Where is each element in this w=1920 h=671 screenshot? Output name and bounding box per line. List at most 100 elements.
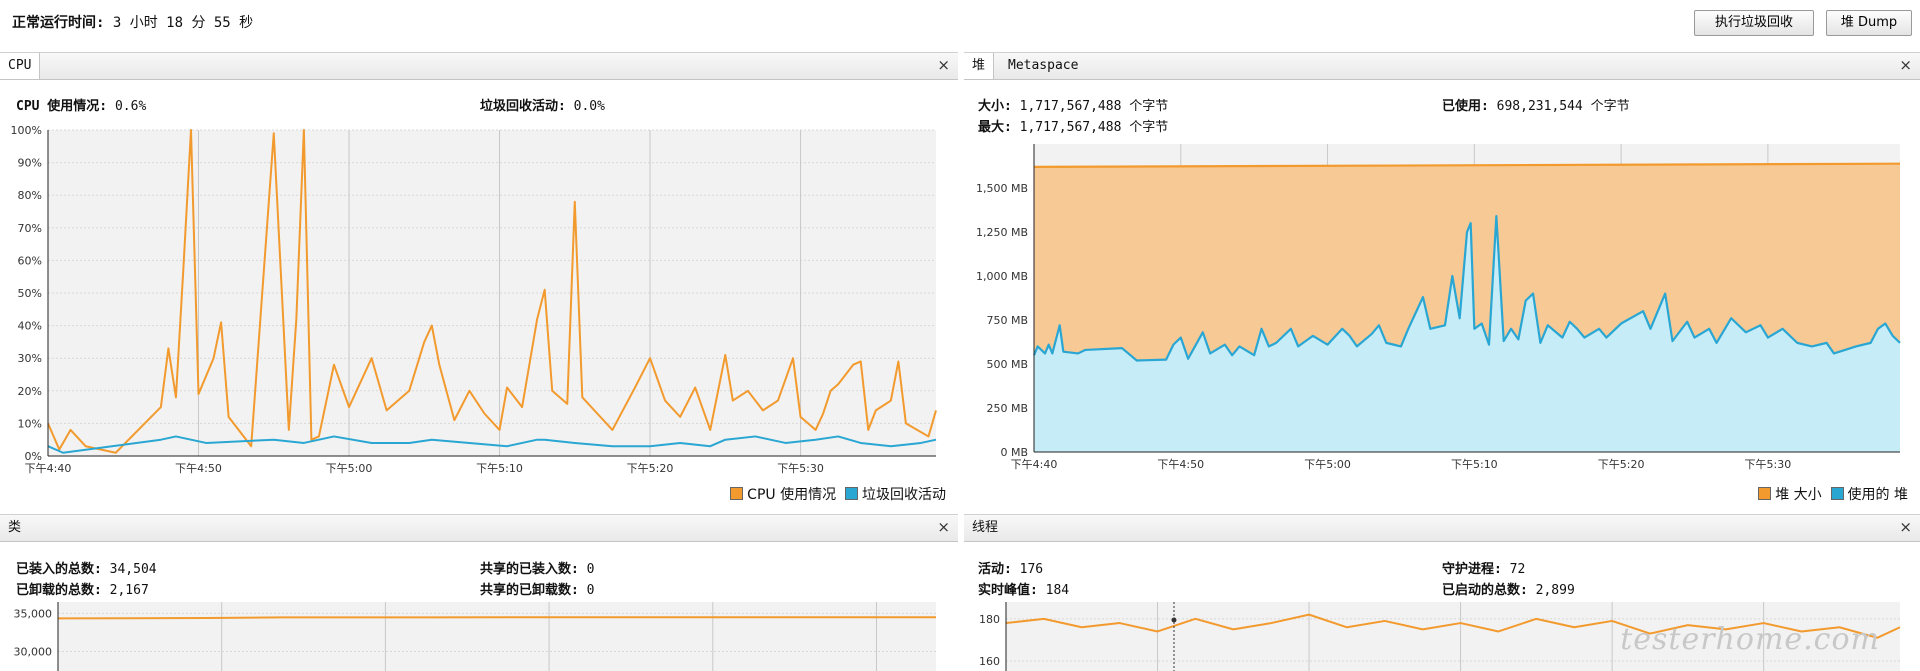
- started-threads-stat: 已启动的总数: 2,899: [1442, 579, 1575, 598]
- x-tick-label: 下午5:10: [476, 462, 523, 475]
- cpu-usage-value: 0.6%: [114, 99, 147, 114]
- y-tick-label: 90%: [18, 157, 42, 170]
- heap-panel: 堆 Metaspace × 大小: 1,717,567,488 个字节 已使用:…: [964, 52, 1920, 512]
- close-icon[interactable]: ×: [1899, 518, 1912, 536]
- tab-metaspace[interactable]: Metaspace: [1000, 53, 1086, 79]
- gc-activity-stat: 垃圾回收活动: 0.0%: [480, 95, 605, 114]
- unloaded-total-stat: 已卸载的总数: 2,167: [16, 579, 149, 598]
- x-tick-label: 下午5:30: [1745, 458, 1792, 471]
- y-tick-label: 750 MB: [986, 314, 1028, 327]
- gc-activity-value: 0.0%: [573, 99, 605, 114]
- close-icon[interactable]: ×: [1899, 56, 1912, 74]
- peak-threads-stat: 实时峰值: 184: [978, 579, 1069, 598]
- y-tick-label: 1,000 MB: [976, 270, 1028, 283]
- peak-threads-value: 184: [1045, 583, 1070, 598]
- heap-max-value: 1,717,567,488 个字节: [1019, 120, 1169, 135]
- tab-threads[interactable]: 线程: [964, 515, 1006, 541]
- heap-size-value: 1,717,567,488 个字节: [1019, 99, 1169, 114]
- live-threads-label: 活动:: [978, 562, 1012, 577]
- y-tick-label: 180: [979, 613, 1000, 626]
- shared-unloaded-stat: 共享的已卸载数: 0: [480, 579, 594, 598]
- heap-max-stat: 最大: 1,717,567,488 个字节: [978, 116, 1168, 135]
- started-threads-value: 2,899: [1535, 583, 1575, 598]
- y-tick-label: 1,500 MB: [976, 182, 1028, 195]
- shared-unloaded-label: 共享的已卸载数:: [480, 583, 579, 598]
- heap-dump-button[interactable]: 堆 Dump: [1826, 10, 1912, 36]
- heap-used-stat: 已使用: 698,231,544 个字节: [1442, 95, 1630, 114]
- y-tick-label: 20%: [18, 385, 42, 398]
- threads-panel: 线程 × 活动: 176 守护进程: 72 实时峰值: 184 已启动的总数: …: [964, 514, 1920, 671]
- x-tick-label: 下午4:50: [1157, 458, 1204, 471]
- shared-loaded-label: 共享的已装入数:: [480, 562, 579, 577]
- loaded-total-label: 已装入的总数:: [16, 562, 102, 577]
- daemon-threads-stat: 守护进程: 72: [1442, 558, 1525, 577]
- series-line: [57, 616, 937, 620]
- legend-heap-used-label: 使用的 堆: [1847, 487, 1908, 503]
- cpu-usage-stat: CPU 使用情况: 0.6%: [16, 95, 146, 114]
- heap-panel-titlebar: 堆 Metaspace ×: [964, 52, 1920, 80]
- legend-gc-swatch: [845, 487, 858, 500]
- y-tick-label: 40%: [18, 320, 42, 333]
- y-tick-label: 100%: [11, 124, 42, 137]
- y-tick-label: 30%: [18, 352, 42, 365]
- x-tick-label: 下午5:10: [1451, 458, 1498, 471]
- heap-legend: 堆 大小 使用的 堆: [1758, 484, 1908, 504]
- legend-gc-label: 垃圾回收活动: [862, 487, 946, 503]
- heap-size-stat: 大小: 1,717,567,488 个字节: [978, 95, 1168, 114]
- x-tick-label: 下午5:00: [326, 462, 373, 475]
- y-tick-label: 80%: [18, 189, 42, 202]
- y-tick-label: 50%: [18, 287, 42, 300]
- started-threads-label: 已启动的总数:: [1442, 583, 1528, 598]
- x-tick-label: 下午4:40: [25, 462, 72, 475]
- x-tick-label: 下午4:50: [175, 462, 222, 475]
- y-tick-label: 60%: [18, 254, 42, 267]
- top-bar: 正常运行时间: 3 小时 18 分 55 秒 执行垃圾回收 堆 Dump: [0, 0, 1920, 44]
- heap-max-label: 最大:: [978, 120, 1012, 135]
- uptime-label: 正常运行时间:: [12, 15, 105, 31]
- shared-loaded-stat: 共享的已装入数: 0: [480, 558, 594, 577]
- tab-heap[interactable]: 堆: [964, 53, 995, 79]
- gc-activity-label: 垃圾回收活动:: [480, 99, 566, 114]
- cpu-panel-titlebar: CPU ×: [0, 52, 958, 80]
- x-tick-label: 下午4:40: [1011, 458, 1058, 471]
- x-tick-label: 下午5:20: [1598, 458, 1645, 471]
- y-tick-label: 30,000: [14, 646, 53, 659]
- legend-cpu-label: CPU 使用情况: [747, 487, 837, 503]
- live-threads-stat: 活动: 176: [978, 558, 1043, 577]
- cpu-usage-label: CPU 使用情况:: [16, 99, 108, 114]
- plot-background: [58, 602, 936, 671]
- peak-threads-label: 实时峰值:: [978, 583, 1038, 598]
- x-tick-label: 下午5:20: [627, 462, 674, 475]
- y-tick-label: 160: [979, 655, 1000, 668]
- loaded-total-value: 34,504: [109, 562, 157, 577]
- daemon-threads-label: 守护进程:: [1442, 562, 1502, 577]
- live-threads-value: 176: [1019, 562, 1044, 577]
- cursor-point: [1171, 617, 1177, 623]
- daemon-threads-value: 72: [1509, 562, 1526, 577]
- heap-size-label: 大小:: [978, 99, 1012, 114]
- x-tick-label: 下午5:30: [777, 462, 824, 475]
- close-icon[interactable]: ×: [937, 56, 950, 74]
- y-tick-label: 250 MB: [986, 402, 1028, 415]
- shared-loaded-value: 0: [586, 562, 595, 577]
- classes-panel-titlebar: 类 ×: [0, 514, 958, 542]
- y-tick-label: 70%: [18, 222, 42, 235]
- perform-gc-button[interactable]: 执行垃圾回收: [1694, 10, 1814, 36]
- y-tick-label: 1,250 MB: [976, 226, 1028, 239]
- heap-chart: 0 MB250 MB500 MB750 MB1,000 MB1,250 MB1,…: [976, 144, 1901, 471]
- unloaded-total-value: 2,167: [109, 583, 149, 598]
- close-icon[interactable]: ×: [937, 518, 950, 536]
- unloaded-total-label: 已卸载的总数:: [16, 583, 102, 598]
- cpu-chart: 0%10%20%30%40%50%60%70%80%90%100%下午4:40 下…: [11, 124, 937, 475]
- legend-heap-used-swatch: [1830, 487, 1844, 500]
- cpu-panel: CPU × CPU 使用情况: 0.6% 垃圾回收活动: 0.0% 0% 10% 2…: [0, 52, 958, 512]
- classes-chart: 30,000 35,000: [14, 602, 937, 671]
- uptime-value: 3 小时 18 分 55 秒: [112, 15, 254, 31]
- tab-classes[interactable]: 类: [0, 515, 29, 541]
- legend-cpu-swatch: [730, 487, 744, 500]
- y-tick-label: 500 MB: [986, 358, 1028, 371]
- tab-cpu[interactable]: CPU: [0, 53, 41, 79]
- cpu-legend: CPU 使用情况 垃圾回收活动: [730, 484, 946, 504]
- loaded-total-stat: 已装入的总数: 34,504: [16, 558, 157, 577]
- legend-heap-size-swatch: [1758, 487, 1772, 500]
